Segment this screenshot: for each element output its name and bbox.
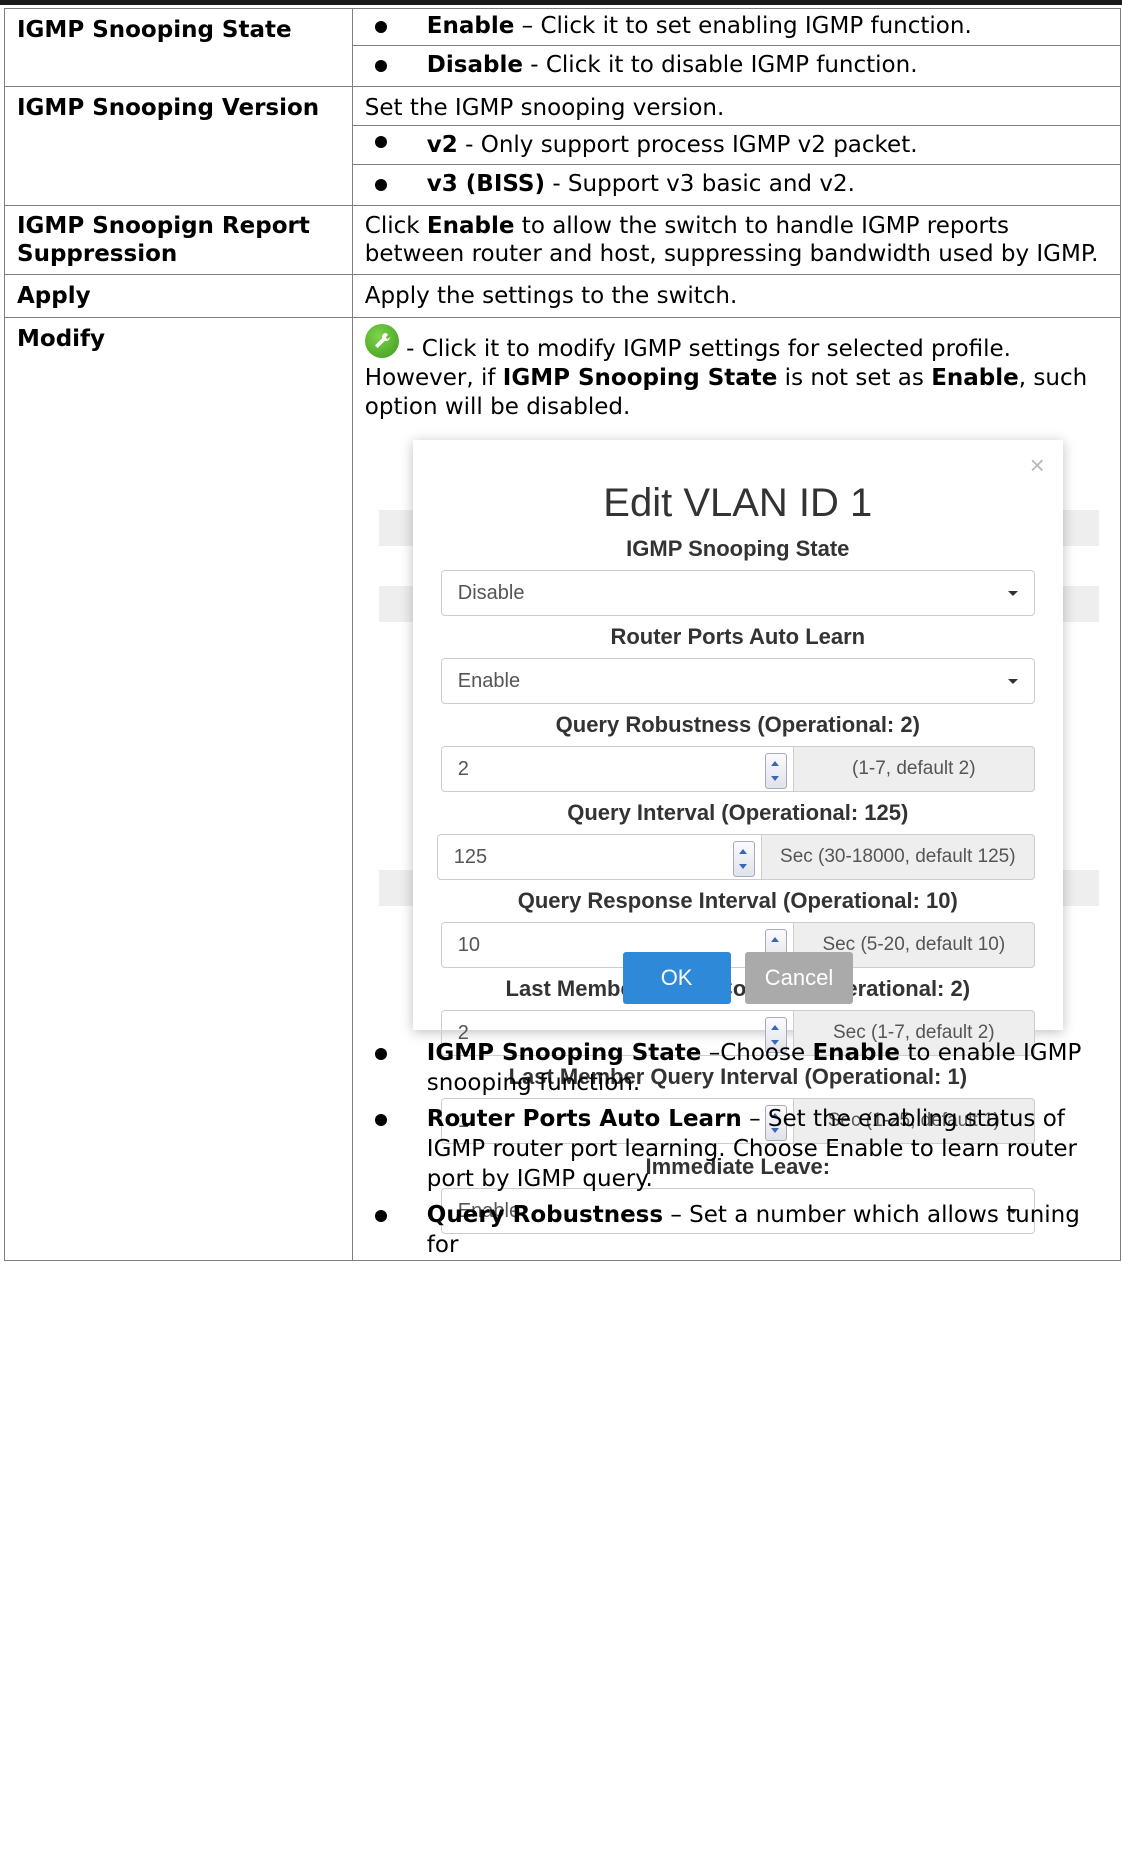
spinner-icon[interactable] [764,753,787,789]
list-item: Query Robustness – Set a number which al… [365,1200,1108,1260]
param-name: IGMP Snoopign Report Suppression [4,205,353,275]
query-interval-hint: Sec (30-18000, default 125) [761,834,1035,880]
list-item: v3 (BISS) - Support v3 basic and v2. [352,164,1120,203]
field-label: Query Interval (Operational: 125) [567,800,909,825]
param-name: Modify [4,317,353,1261]
table-row: IGMP Snooping State Enable – Click it to… [4,8,1122,87]
table-row: IGMP Snooping Version Set the IGMP snoop… [4,86,1122,206]
dialog-buttons: OK Cancel [413,952,1063,1004]
bullet-list: IGMP Snooping State –Choose Enable to en… [365,1038,1108,1260]
auto-learn-select[interactable]: Enable [440,658,1035,704]
param-desc: Click Enable to allow the switch to hand… [351,205,1122,275]
dialog-title: Edit VLAN ID 1 [603,481,873,525]
parameter-table: IGMP Snooping State Enable – Click it to… [4,8,1122,1261]
list-item: Router Ports Auto Learn – Set the enabli… [365,1104,1108,1194]
field-label: Router Ports Auto Learn [610,624,866,649]
table-row: Apply Apply the settings to the switch. [4,274,1122,318]
field-label: Query Robustness (Operational: 2) [555,712,920,737]
edit-vlan-dialog: × Edit VLAN ID 1 IGMP Snooping State Dis… [412,440,1063,1234]
param-name: IGMP Snooping Version [4,86,353,206]
table-row: IGMP Snoopign Report Suppression Click E… [4,205,1122,275]
igmp-state-select[interactable]: Disable [440,570,1035,616]
edit-dialog-screenshot: × Edit VLAN ID 1 IGMP Snooping State Dis… [360,440,1106,1234]
caret-down-icon [1007,679,1018,684]
param-desc: Set the IGMP snooping version. v2 - Only… [351,86,1122,206]
bullet-list: Enable – Click it to set enabling IGMP f… [352,11,1120,84]
bullet-list: v2 - Only support process IGMP v2 packet… [352,125,1120,203]
param-desc: Apply the settings to the switch. [351,274,1122,318]
query-interval-stepper[interactable]: 125 Sec (30-18000, default 125) [436,834,1035,880]
list-item: IGMP Snooping State –Choose Enable to en… [365,1038,1108,1098]
spinner-icon[interactable] [732,841,755,877]
top-rule [0,0,1122,5]
robustness-hint: (1-7, default 2) [793,746,1035,792]
field-label: Query Response Interval (Operational: 10… [517,888,958,913]
caret-down-icon [1007,591,1018,596]
list-item: Disable - Click it to disable IGMP funct… [352,45,1120,84]
param-name: IGMP Snooping State [4,8,353,87]
list-item: v2 - Only support process IGMP v2 packet… [352,125,1120,164]
table-row: Modify - Click it to modify IGMP setting… [4,317,1122,1261]
field-label: IGMP Snooping State [626,536,850,561]
query-interval-input[interactable]: 125 [436,834,762,880]
close-icon[interactable]: × [1030,452,1045,478]
param-desc: - Click it to modify IGMP settings for s… [351,317,1122,1261]
ok-button[interactable]: OK [622,952,731,1004]
cancel-button[interactable]: Cancel [744,952,853,1004]
robustness-stepper[interactable]: 2 (1-7, default 2) [440,746,1035,792]
list-item: Enable – Click it to set enabling IGMP f… [353,11,1120,45]
robustness-input[interactable]: 2 [440,746,794,792]
wrench-icon [364,324,399,358]
modify-intro: - Click it to modify IGMP settings for s… [364,324,1108,422]
param-desc: Enable – Click it to set enabling IGMP f… [351,8,1122,87]
param-name: Apply [4,274,353,318]
param-intro: Set the IGMP snooping version. [364,95,725,121]
